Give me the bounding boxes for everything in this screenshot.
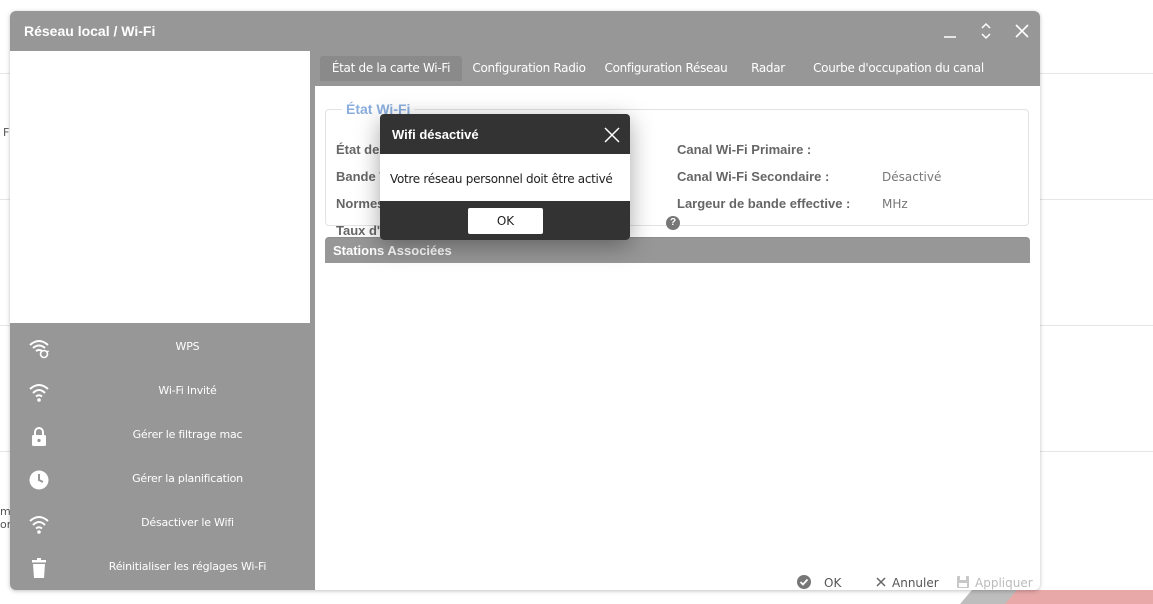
close-icon: [1015, 24, 1029, 38]
close-icon: [876, 577, 886, 587]
side-item-guest-wifi[interactable]: Wi-Fi Invité: [10, 370, 315, 414]
tab-radar[interactable]: Radar: [743, 56, 793, 81]
window-title: Réseau local / Wi-Fi: [24, 23, 156, 39]
field-label: Normes: [336, 196, 385, 211]
bandwidth-value: MHz: [882, 197, 908, 211]
apply-label: Appliquer: [975, 576, 1033, 590]
dialog-footer: OK: [380, 201, 630, 240]
dialog-title: Wifi désactivé: [392, 127, 479, 142]
bandwidth-label: Largeur de bande effective :: [677, 196, 851, 211]
wifi-window: Réseau local / Wi-Fi WPS Wi-Fi Invité Gé…: [10, 11, 1040, 590]
check-circle-icon: [797, 575, 811, 589]
dialog-header: Wifi désactivé: [380, 114, 630, 154]
background-text: F: [3, 126, 10, 139]
tab-radio-config[interactable]: Configuration Radio: [472, 56, 586, 81]
tab-network-config[interactable]: Configuration Réseau: [604, 56, 728, 81]
tab-bar: État de la carte Wi-Fi Configuration Rad…: [315, 51, 1040, 86]
dialog-message: Votre réseau personnel doit être activé: [390, 172, 613, 186]
side-item-label: WPS: [175, 340, 200, 353]
tab-channel-occupancy[interactable]: Courbe d'occupation du canal: [810, 56, 987, 81]
side-item-label: Gérer la planification: [132, 472, 243, 485]
expand-icon: [981, 22, 991, 40]
wifi-icon: [29, 516, 49, 534]
tab-wifi-card-state[interactable]: État de la carte Wi-Fi: [320, 56, 462, 81]
stations-title: Stations Associées: [333, 243, 452, 258]
wifi-disabled-dialog: Wifi désactivé Votre réseau personnel do…: [380, 114, 630, 240]
side-item-wps[interactable]: WPS: [10, 326, 315, 370]
save-icon: [957, 576, 969, 588]
side-item-label: Wi-Fi Invité: [158, 384, 217, 397]
close-window-button[interactable]: [1012, 21, 1032, 41]
clock-icon: [29, 470, 49, 490]
lock-icon: [32, 427, 46, 446]
background-stripe: [1005, 590, 1153, 604]
field-label: Taux d': [336, 223, 381, 238]
left-panel-content: [10, 51, 310, 323]
minimize-icon: [944, 36, 956, 38]
dialog-close-button[interactable]: [603, 126, 621, 144]
trash-icon: [32, 558, 46, 578]
minimize-button[interactable]: [940, 21, 960, 41]
ok-label: OK: [824, 576, 842, 590]
secondary-channel-value: Désactivé: [882, 170, 942, 184]
side-item-reset-wifi[interactable]: Réinitialiser les réglages Wi-Fi: [10, 546, 315, 590]
side-item-label: Réinitialiser les réglages Wi-Fi: [108, 560, 267, 573]
wps-icon: [29, 340, 49, 359]
help-icon[interactable]: ?: [666, 216, 680, 230]
dialog-body: Votre réseau personnel doit être activé: [380, 154, 630, 201]
field-label: État de: [336, 142, 380, 157]
side-item-label: Gérer le filtrage mac: [132, 428, 243, 441]
side-menu: WPS Wi-Fi Invité Gérer le filtrage mac G…: [10, 326, 315, 590]
side-item-mac-filter[interactable]: Gérer le filtrage mac: [10, 414, 315, 458]
cancel-label: Annuler: [892, 576, 939, 590]
side-item-label: Désactiver le Wifi: [141, 516, 234, 529]
wifi-icon: [29, 384, 49, 402]
stations-header: Stations Associées: [325, 237, 1030, 263]
close-icon: [604, 127, 620, 143]
side-item-schedule[interactable]: Gérer la planification: [10, 458, 315, 502]
side-item-disable-wifi[interactable]: Désactiver le Wifi: [10, 502, 315, 546]
secondary-channel-label: Canal Wi-Fi Secondaire :: [677, 169, 830, 184]
primary-channel-label: Canal Wi-Fi Primaire :: [677, 142, 812, 157]
window-titlebar[interactable]: Réseau local / Wi-Fi: [10, 11, 1040, 51]
dialog-ok-button[interactable]: OK: [468, 208, 543, 234]
maximize-button[interactable]: [976, 21, 996, 41]
